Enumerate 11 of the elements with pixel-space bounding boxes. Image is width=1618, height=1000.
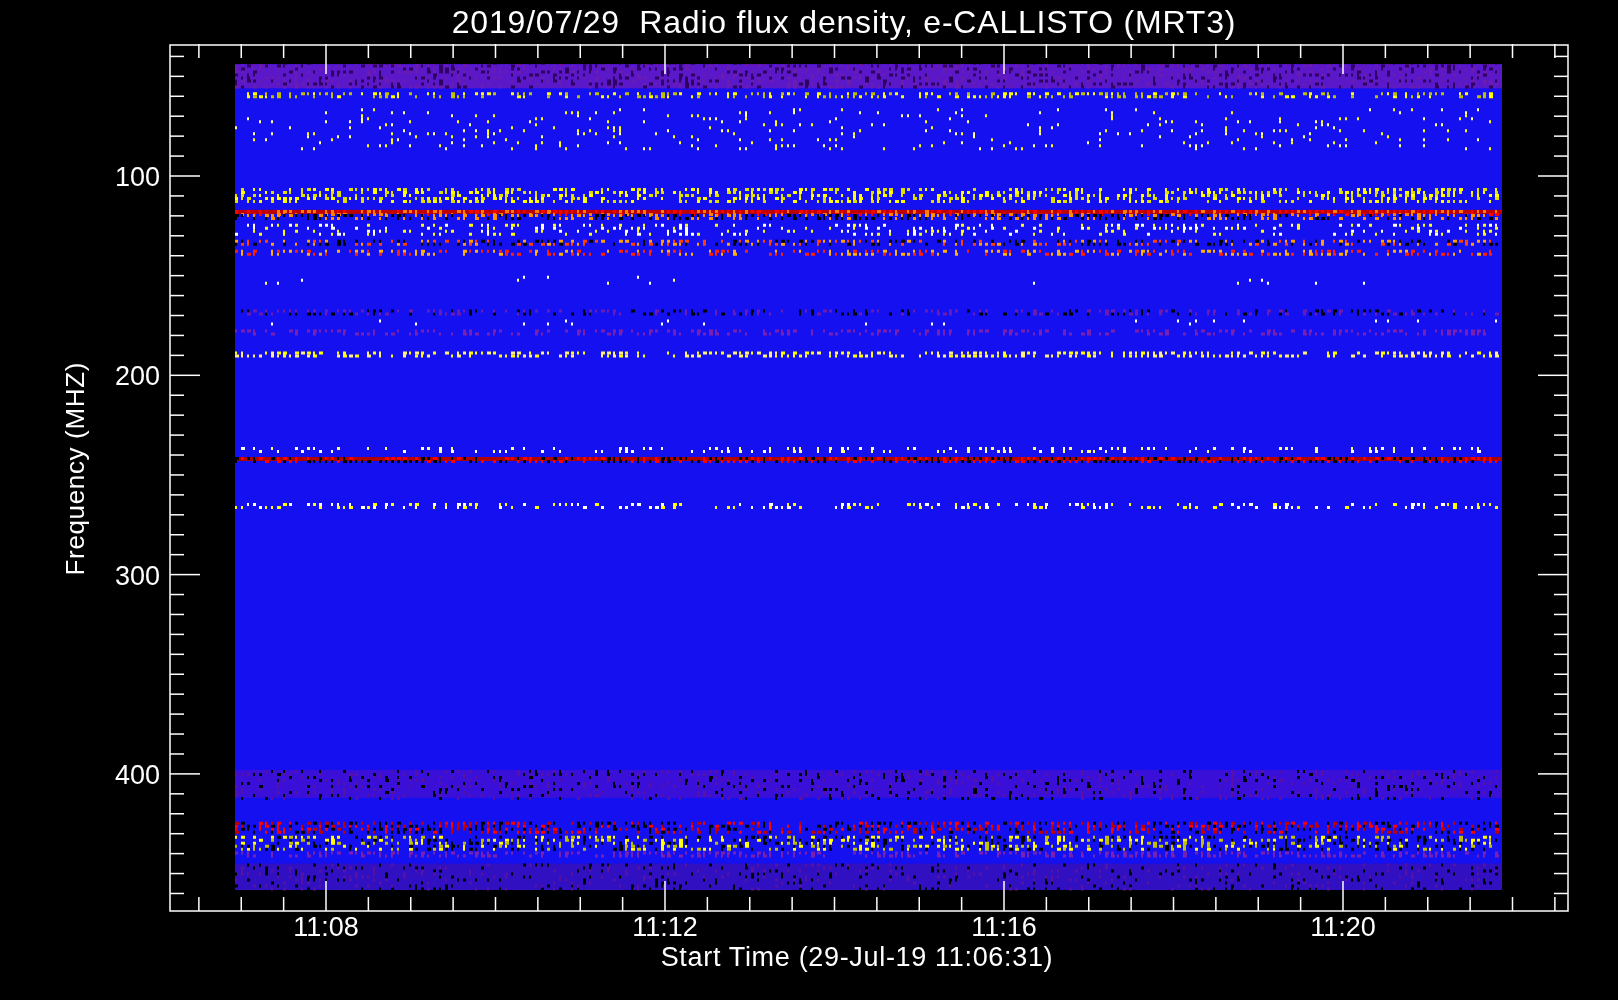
y-axis-label: Frequency (MHZ) [62, 362, 88, 576]
y-tick-label: 200 [114, 361, 160, 392]
y-tick-label: 300 [114, 560, 160, 591]
y-tick-label: 100 [114, 162, 160, 192]
x-axis-label: Start Time (29-Jul-19 11:06:31) [660, 944, 1054, 971]
x-tick-label: 11:12 [632, 912, 698, 942]
x-tick-label: 11:20 [1310, 912, 1376, 942]
x-tick-label: 11:08 [293, 912, 359, 942]
x-tick-label: 11:16 [971, 912, 1037, 942]
y-tick-label: 400 [114, 759, 160, 790]
chart-title: 2019/07/29 Radio flux density, e-CALLISTO (MRT3) [451, 6, 1237, 38]
